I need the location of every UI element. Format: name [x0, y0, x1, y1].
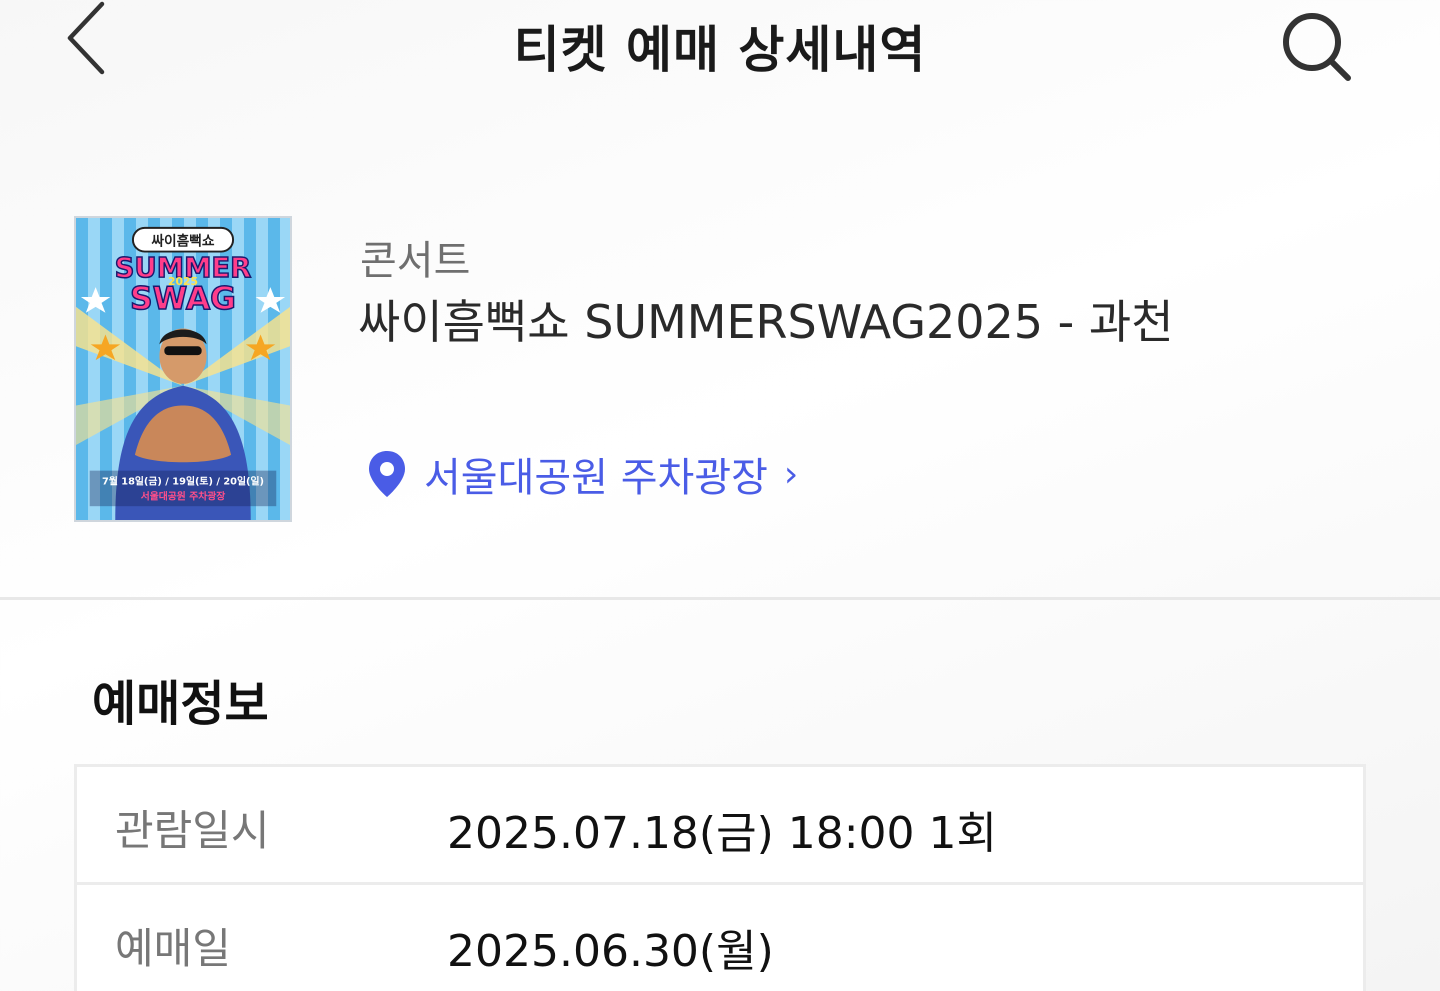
page-title: 티켓 예매 상세내역 — [513, 21, 927, 79]
table-row-booking-date: 예매일 2025.06.30(월) — [77, 885, 1363, 991]
booking-date-value: 2025.06.30(월) — [447, 926, 774, 977]
viewing-datetime-value: 2025.07.18(금) 18:00 1회 — [447, 808, 997, 859]
map-pin-icon — [366, 449, 408, 499]
venue-name: 서울대공원 주차광장 — [424, 455, 768, 501]
booking-info-table: 관람일시 2025.07.18(금) 18:00 1회 예매일 2025.06.… — [74, 764, 1366, 991]
event-poster-image[interactable]: 싸이흠뻑쇼 SUMMER 2025 SWAG 7월 18일(금) / 19일(토… — [74, 216, 292, 522]
venue-link[interactable]: 서울대공원 주차광장 › — [366, 446, 798, 502]
poster-logo-text: 싸이흠뻑쇼 — [151, 233, 214, 250]
chevron-right-icon: › — [783, 453, 799, 495]
top-app-bar: 티켓 예매 상세내역 — [0, 0, 1440, 96]
event-title: 싸이흠뻑쇼 SUMMERSWAG2025 - 과천 — [358, 295, 1174, 349]
section-divider — [0, 597, 1440, 600]
poster-headline-2: SWAG — [130, 281, 236, 317]
booking-date-label: 예매일 — [115, 924, 231, 973]
search-icon — [1283, 13, 1351, 81]
poster-artwork: 싸이흠뻑쇼 SUMMER 2025 SWAG 7월 18일(금) / 19일(토… — [76, 226, 290, 520]
booking-info-heading: 예매정보 — [92, 676, 269, 732]
viewing-datetime-label: 관람일시 — [115, 806, 270, 855]
poster-venue-text: 서울대공원 주차광장 — [141, 489, 226, 502]
table-row-viewing-datetime: 관람일시 2025.07.18(금) 18:00 1회 — [77, 767, 1363, 885]
event-category: 콘서트 — [360, 238, 471, 284]
poster-dates-text: 7월 18일(금) / 19일(토) / 20일(일) — [102, 474, 264, 487]
search-button[interactable] — [1276, 6, 1356, 86]
